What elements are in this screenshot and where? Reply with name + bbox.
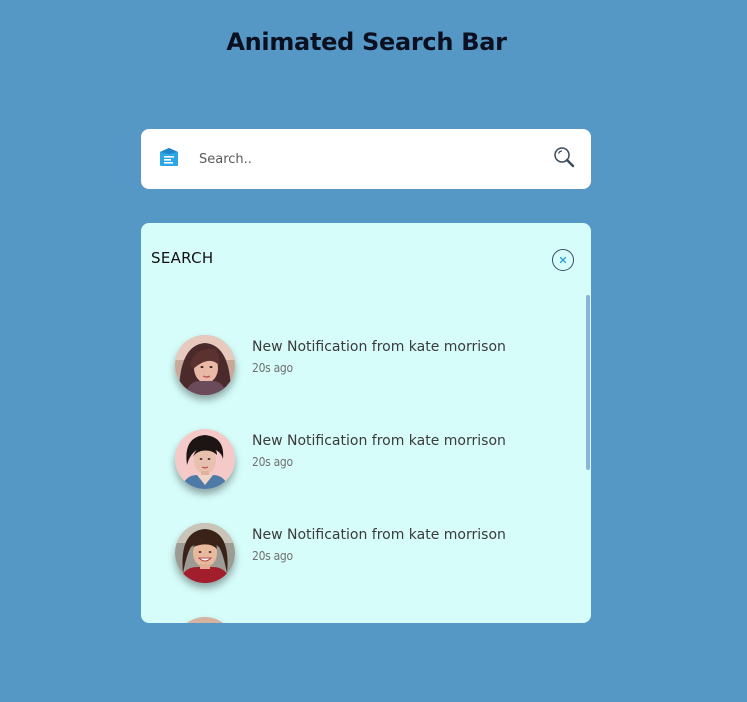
search-input[interactable]: [197, 147, 531, 171]
list-item[interactable]: [175, 617, 555, 623]
notification-title: New Notification from kate morrison: [252, 527, 506, 543]
menu-app-icon[interactable]: [159, 147, 179, 167]
list-item[interactable]: New Notification from kate morrison 20s …: [175, 335, 555, 405]
notification-title: New Notification from kate morrison: [252, 433, 506, 449]
close-button[interactable]: [552, 249, 574, 271]
notification-list[interactable]: New Notification from kate morrison 20s …: [141, 295, 591, 623]
notification-time: 20s ago: [252, 549, 293, 563]
notification-title: New Notification from kate morrison: [252, 339, 506, 355]
avatar: [175, 523, 235, 583]
notification-panel: SEARCH New Notification from kate morris…: [141, 223, 591, 623]
avatar: [175, 429, 235, 489]
notification-time: 20s ago: [252, 455, 293, 469]
avatar: [175, 335, 235, 395]
scrollbar[interactable]: [586, 295, 590, 470]
list-item[interactable]: New Notification from kate morrison 20s …: [175, 523, 555, 593]
close-icon: [559, 256, 567, 264]
notification-time: 20s ago: [252, 361, 293, 375]
avatar: [175, 617, 235, 623]
search-icon[interactable]: [553, 146, 575, 168]
panel-title: SEARCH: [151, 249, 214, 267]
search-bar: [141, 129, 591, 189]
list-item[interactable]: New Notification from kate morrison 20s …: [175, 429, 555, 499]
page-title: Animated Search Bar: [226, 28, 507, 56]
